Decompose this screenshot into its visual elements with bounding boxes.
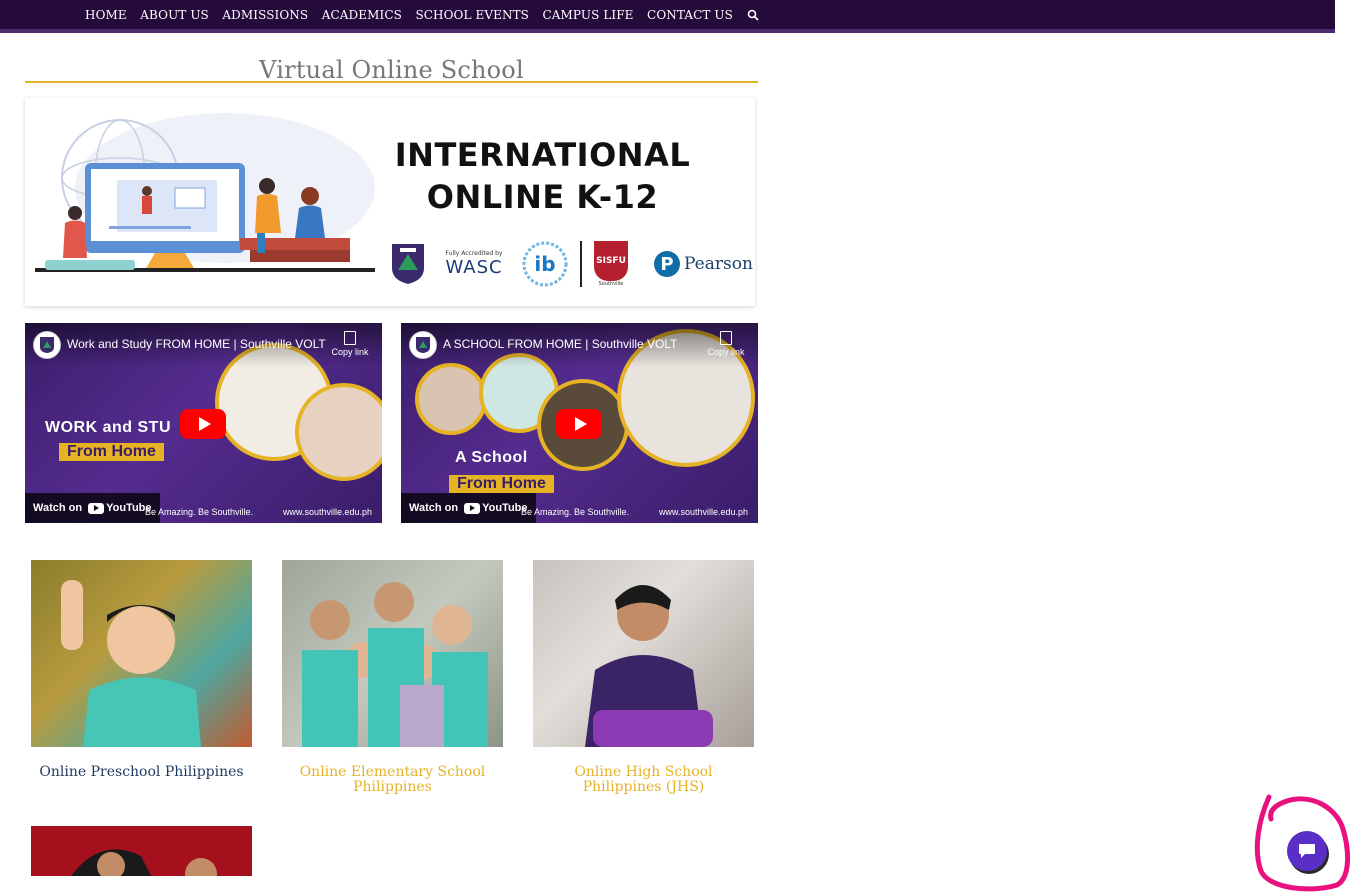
copy-link-button[interactable]: Copy link bbox=[328, 331, 372, 357]
ib-wordmark: ib bbox=[534, 252, 556, 276]
channel-avatar[interactable] bbox=[409, 331, 437, 359]
video-footer: Be Amazing. Be Southville. www.southvill… bbox=[145, 507, 372, 517]
nav-item-school-events[interactable]: SCHOOL EVENTS bbox=[415, 8, 529, 22]
nav-item-academics[interactable]: ACADEMICS bbox=[322, 8, 402, 22]
online-learning-illustration bbox=[35, 113, 375, 272]
video-tagline: Be Amazing. Be Southville. bbox=[521, 507, 630, 517]
video-headline: WORK and STU bbox=[45, 419, 171, 436]
video-url: www.southville.edu.ph bbox=[282, 507, 372, 517]
nav-item-home[interactable]: HOME bbox=[85, 8, 127, 22]
copy-link-label: Copy link bbox=[707, 347, 745, 357]
copy-icon bbox=[720, 331, 732, 345]
ib-logo: ib bbox=[522, 241, 568, 287]
title-underline bbox=[25, 81, 758, 83]
preschool-photo[interactable] bbox=[31, 560, 252, 747]
video-title[interactable]: A SCHOOL FROM HOME | Southville VOLT bbox=[443, 337, 678, 351]
high-school-photo[interactable] bbox=[533, 560, 754, 747]
banner-heading-line2: ONLINE K-12 bbox=[426, 178, 659, 216]
international-online-k12-banner: INTERNATIONAL ONLINE K-12 Fully Accredit… bbox=[25, 98, 755, 306]
program-card-label[interactable]: Online High School Philippines (JHS) bbox=[533, 765, 754, 795]
southville-crest-logo bbox=[390, 242, 426, 286]
youtube-embed-a-school-from-home[interactable]: A School From Home A SCHOOL FROM HOME | … bbox=[401, 323, 758, 523]
video-headline: A School bbox=[455, 449, 528, 466]
video-thumbnail-photo-kids bbox=[415, 363, 487, 435]
wasc-caption: Fully Accredited by bbox=[445, 250, 503, 257]
sisfu-wordmark: SISFU bbox=[596, 256, 626, 266]
program-card-senior-high-photo[interactable] bbox=[31, 826, 252, 876]
video-title[interactable]: Work and Study FROM HOME | Southville VO… bbox=[67, 337, 326, 351]
youtube-embed-work-and-study[interactable]: WORK and STU From Home Work and Study FR… bbox=[25, 323, 382, 523]
copy-icon bbox=[344, 331, 356, 345]
channel-avatar[interactable] bbox=[33, 331, 61, 359]
youtube-play-icon bbox=[464, 502, 481, 514]
pearson-p-icon: P bbox=[654, 251, 680, 277]
search-icon[interactable] bbox=[746, 8, 760, 22]
youtube-play-icon bbox=[88, 502, 105, 514]
pearson-logo: P Pearson bbox=[654, 251, 753, 277]
accreditation-logos: Fully Accredited by WASC ib SISFU Southv… bbox=[390, 238, 755, 290]
sisfu-caption: Southville bbox=[598, 281, 624, 287]
video-footer: Be Amazing. Be Southville. www.southvill… bbox=[521, 507, 748, 517]
youtube-logo: YouTube bbox=[464, 502, 528, 514]
watch-on-youtube-button[interactable]: Watch on YouTube bbox=[25, 493, 160, 523]
pink-highlight-annotation bbox=[1254, 794, 1351, 892]
video-headline-band: From Home bbox=[449, 475, 554, 493]
play-button[interactable] bbox=[180, 409, 226, 439]
video-tagline: Be Amazing. Be Southville. bbox=[145, 507, 254, 517]
pearson-wordmark: Pearson bbox=[684, 254, 753, 274]
video-headline-band: From Home bbox=[59, 443, 164, 461]
play-button[interactable] bbox=[556, 409, 602, 439]
nav-item-about-us[interactable]: ABOUT US bbox=[140, 8, 209, 22]
top-nav: HOME ABOUT US ADMISSIONS ACADEMICS SCHOO… bbox=[0, 0, 1335, 33]
copy-link-button[interactable]: Copy link bbox=[704, 331, 748, 357]
nav-item-admissions[interactable]: ADMISSIONS bbox=[222, 8, 308, 22]
page-title: Virtual Online School bbox=[259, 56, 524, 85]
nav-item-contact-us[interactable]: CONTACT US bbox=[647, 8, 733, 22]
wasc-logo: Fully Accredited by WASC bbox=[434, 250, 514, 278]
nav-menu: HOME ABOUT US ADMISSIONS ACADEMICS SCHOO… bbox=[85, 0, 774, 29]
sisfu-logo: SISFU Southville bbox=[594, 241, 628, 287]
program-card-label[interactable]: Online Preschool Philippines bbox=[31, 765, 252, 780]
banner-heading-line1: INTERNATIONAL bbox=[394, 136, 691, 174]
watch-on-label: Watch on bbox=[33, 502, 83, 514]
elementary-photo[interactable] bbox=[282, 560, 503, 747]
youtube-logo: YouTube bbox=[88, 502, 152, 514]
video-url: www.southville.edu.ph bbox=[658, 507, 748, 517]
nav-item-campus-life[interactable]: CAMPUS LIFE bbox=[543, 8, 634, 22]
program-card-label[interactable]: Online Elementary School Philippines bbox=[282, 765, 503, 795]
logo-divider bbox=[580, 241, 582, 287]
program-card-elementary[interactable]: Online Elementary School Philippines bbox=[282, 560, 503, 795]
video-thumbnail-photo-girl bbox=[295, 383, 382, 481]
wasc-wordmark: WASC bbox=[445, 257, 503, 278]
program-card-high-school[interactable]: Online High School Philippines (JHS) bbox=[533, 560, 754, 795]
program-card-preschool[interactable]: Online Preschool Philippines bbox=[31, 560, 252, 780]
watch-on-youtube-button[interactable]: Watch on YouTube bbox=[401, 493, 536, 523]
watch-on-label: Watch on bbox=[409, 502, 459, 514]
copy-link-label: Copy link bbox=[331, 347, 369, 357]
